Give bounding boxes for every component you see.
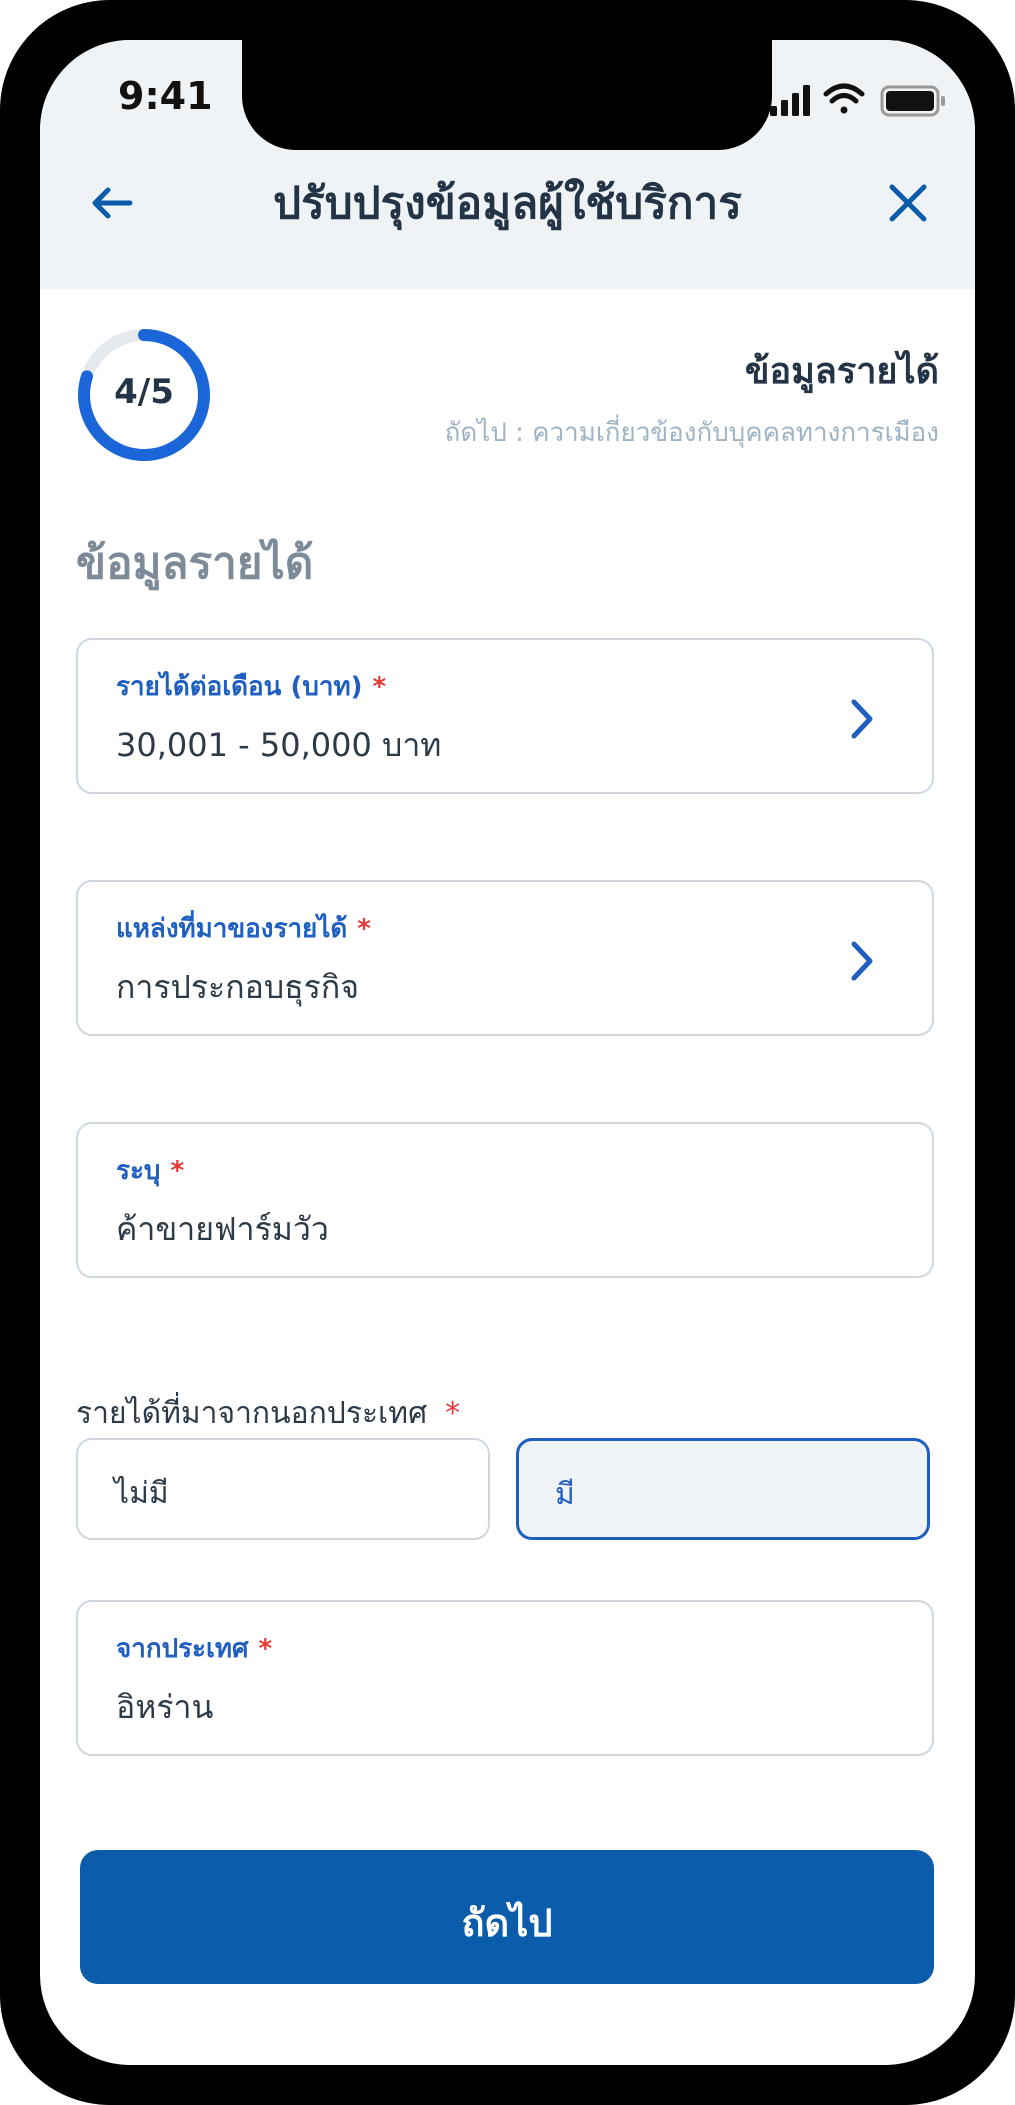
next-button[interactable]: ถัดไป	[80, 1850, 934, 1984]
monthly-income-field[interactable]: รายได้ต่อเดือน (บาท) * 30,001 - 50,000 บา…	[76, 638, 934, 794]
battery-icon	[880, 85, 945, 117]
step-next-hint: ถัดไป : ความเกี่ยวข้องกับบุคคลทางการเมือ…	[444, 418, 939, 448]
chevron-right-icon	[851, 699, 873, 739]
field-label-text: แหล่งที่มาของรายได้	[116, 914, 348, 944]
option-no[interactable]: ไม่มี	[76, 1438, 490, 1540]
required-mark: *	[445, 1396, 461, 1431]
field-label-text: จากประเทศ	[116, 1634, 249, 1664]
income-source-label: แหล่งที่มาของรายได้ *	[116, 908, 371, 949]
screen: 9:41 ปรับปรุงข้อมูลผู้ใช้บริการ 4/5 ข้อม…	[40, 40, 975, 2065]
required-mark: *	[372, 672, 387, 702]
signal-icon	[770, 85, 810, 116]
close-button[interactable]	[878, 173, 938, 233]
step-title: ข้อมูลรายได้	[744, 351, 939, 392]
specify-value: ค้าขายฟาร์มวัว	[116, 1210, 329, 1248]
specify-field[interactable]: ระบุ * ค้าขายฟาร์มวัว	[76, 1122, 934, 1278]
section-title: ข้อมูลรายได้	[76, 538, 314, 589]
monthly-income-label: รายได้ต่อเดือน (บาท) *	[116, 666, 386, 707]
field-label-text: ระบุ	[116, 1156, 161, 1186]
next-button-label: ถัดไป	[461, 1901, 553, 1945]
country-field[interactable]: จากประเทศ * อิหร่าน	[76, 1600, 934, 1756]
status-time: 9:41	[118, 74, 213, 118]
required-mark: *	[258, 1634, 273, 1664]
phone-frame: 9:41 ปรับปรุงข้อมูลผู้ใช้บริการ 4/5 ข้อม…	[0, 0, 1015, 2105]
required-mark: *	[357, 914, 371, 944]
page-title: ปรับปรุงข้อมูลผู้ใช้บริการ	[273, 178, 742, 229]
required-mark: *	[170, 1156, 185, 1186]
income-source-field[interactable]: แหล่งที่มาของรายได้ * การประกอบธุรกิจ	[76, 880, 934, 1036]
option-no-label: ไม่มี	[114, 1476, 169, 1511]
wifi-icon	[823, 83, 865, 114]
country-value: อิหร่าน	[116, 1688, 214, 1726]
chevron-right-icon	[851, 941, 873, 981]
monthly-income-value: 30,001 - 50,000 บาท	[116, 726, 442, 764]
question-text: รายได้ที่มาจากนอกประเทศ	[76, 1396, 428, 1431]
country-label: จากประเทศ *	[116, 1628, 272, 1669]
foreign-income-question: รายได้ที่มาจากนอกประเทศ *	[76, 1390, 460, 1437]
option-yes-label: มี	[555, 1477, 575, 1512]
specify-label: ระบุ *	[116, 1150, 184, 1191]
status-icons	[770, 83, 945, 117]
close-icon	[889, 184, 927, 222]
field-label-text: รายได้ต่อเดือน (บาท)	[116, 672, 363, 702]
progress-label: 4/5	[114, 372, 174, 412]
income-source-value: การประกอบธุรกิจ	[116, 968, 359, 1006]
option-yes[interactable]: มี	[516, 1438, 930, 1540]
notch	[242, 40, 772, 150]
